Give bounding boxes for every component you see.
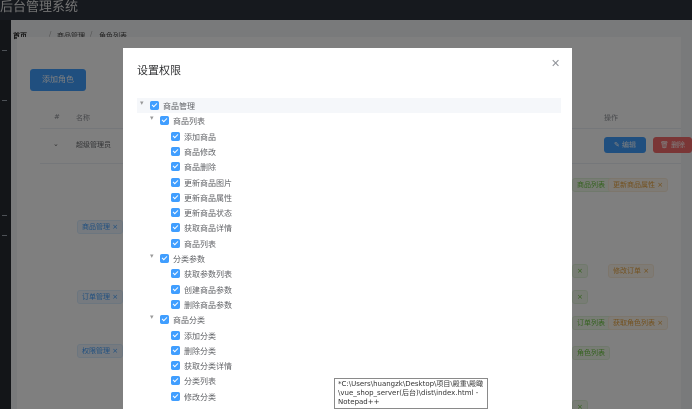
tree-node-checkbox[interactable] bbox=[171, 361, 180, 371]
tree-node-label: 获取分类详情 bbox=[184, 362, 232, 372]
window-tooltip: *C:\Users\huangzk\Desktop\项目\殿重\殿瞰\vue_s… bbox=[334, 378, 488, 409]
tree-node-checkbox[interactable] bbox=[171, 330, 180, 340]
tree-node-level1[interactable]: ▾ 分类参数 bbox=[137, 251, 561, 266]
tree-node-level2[interactable]: 商品列表 bbox=[137, 236, 561, 251]
close-icon[interactable]: ✕ bbox=[551, 57, 560, 70]
tree-node-level2[interactable]: 删除商品参数 bbox=[137, 297, 561, 312]
dialog-title: 设置权限 bbox=[137, 64, 181, 77]
tree-node-checkbox[interactable] bbox=[150, 101, 159, 110]
tree-node-checkbox[interactable] bbox=[171, 299, 180, 309]
tree-node-level2[interactable]: 创建商品参数 bbox=[137, 282, 561, 297]
tree-node-level2[interactable]: 商品删除 bbox=[137, 159, 561, 174]
tree-node-label: 删除分类 bbox=[184, 346, 216, 356]
tree-node-label: 获取参数列表 bbox=[184, 270, 232, 280]
tree-node-label: 商品修改 bbox=[184, 147, 216, 157]
tree-node-checkbox[interactable] bbox=[171, 162, 180, 172]
expand-caret-icon[interactable]: ▾ bbox=[150, 114, 154, 122]
tree-node-label: 更新商品图片 bbox=[184, 178, 232, 188]
tree-node-checkbox[interactable] bbox=[171, 376, 180, 386]
tree-node-checkbox[interactable] bbox=[171, 223, 180, 233]
tree-node-label: 商品管理 bbox=[163, 102, 195, 111]
expand-caret-icon[interactable]: ▾ bbox=[140, 99, 144, 107]
tree-node-level2[interactable]: 更新商品属性 bbox=[137, 190, 561, 205]
tree-node-checkbox[interactable] bbox=[171, 284, 180, 294]
tree-node-label: 商品删除 bbox=[184, 163, 216, 173]
tree-node-level0[interactable]: ▾ 商品管理 bbox=[137, 98, 561, 113]
tree-node-label: 添加商品 bbox=[184, 132, 216, 142]
tree-node-checkbox[interactable] bbox=[171, 345, 180, 355]
tree-node-label: 商品列表 bbox=[184, 239, 216, 249]
tree-node-level2[interactable]: 添加商品 bbox=[137, 129, 561, 144]
tree-node-label: 商品分类 bbox=[173, 316, 205, 326]
tree-node-label: 获取商品详情 bbox=[184, 224, 232, 234]
tree-node-label: 修改分类 bbox=[184, 392, 216, 402]
expand-caret-icon[interactable]: ▾ bbox=[150, 252, 154, 260]
tree-node-level1[interactable]: ▾ 商品列表 bbox=[137, 113, 561, 128]
tree-node-checkbox[interactable] bbox=[171, 391, 180, 401]
tree-node-checkbox[interactable] bbox=[160, 116, 169, 126]
tree-node-checkbox[interactable] bbox=[171, 208, 180, 218]
tree-node-level2[interactable]: 添加分类 bbox=[137, 328, 561, 343]
tree-node-checkbox[interactable] bbox=[171, 177, 180, 187]
set-permissions-dialog: 设置权限 ✕ ▾ 商品管理 ▾ 商品列表 添加商品 商品修改 商品删除 更新商品图片 更新商品属… bbox=[123, 48, 572, 409]
tree-node-level2[interactable]: 更新商品图片 bbox=[137, 175, 561, 190]
tree-node-label: 商品列表 bbox=[173, 117, 205, 127]
tree-node-checkbox[interactable] bbox=[160, 254, 169, 263]
tooltip-text: *C:\Users\huangzk\Desktop\项目\殿重\殿瞰\vue_s… bbox=[338, 380, 484, 406]
tree-node-checkbox[interactable] bbox=[171, 238, 180, 248]
tree-node-checkbox[interactable] bbox=[171, 269, 180, 279]
tree-node-checkbox[interactable] bbox=[171, 192, 180, 202]
tree-node-level1[interactable]: ▾ 商品分类 bbox=[137, 312, 561, 327]
tree-node-level2[interactable]: 更新商品状态 bbox=[137, 205, 561, 220]
tree-node-label: 分类参数 bbox=[173, 255, 205, 264]
expand-caret-icon[interactable]: ▾ bbox=[150, 313, 154, 321]
tree-node-label: 更新商品属性 bbox=[184, 193, 232, 203]
tree-node-checkbox[interactable] bbox=[171, 131, 180, 141]
tree-node-level2[interactable]: 删除分类 bbox=[137, 343, 561, 358]
tree-node-label: 添加分类 bbox=[184, 331, 216, 341]
tree-node-label: 删除商品参数 bbox=[184, 300, 232, 310]
tree-node-level2[interactable]: 商品修改 bbox=[137, 144, 561, 159]
tree-node-label: 创建商品参数 bbox=[184, 285, 232, 295]
tree-node-checkbox[interactable] bbox=[160, 315, 169, 325]
tree-node-label: 分类列表 bbox=[184, 377, 216, 387]
tree-node-label: 更新商品状态 bbox=[184, 209, 232, 219]
tree-node-level2[interactable]: 获取参数列表 bbox=[137, 266, 561, 281]
tree-node-level2[interactable]: 获取商品详情 bbox=[137, 220, 561, 235]
tree-node-checkbox[interactable] bbox=[171, 146, 180, 156]
tree-node-level2[interactable]: 获取分类详情 bbox=[137, 358, 561, 373]
